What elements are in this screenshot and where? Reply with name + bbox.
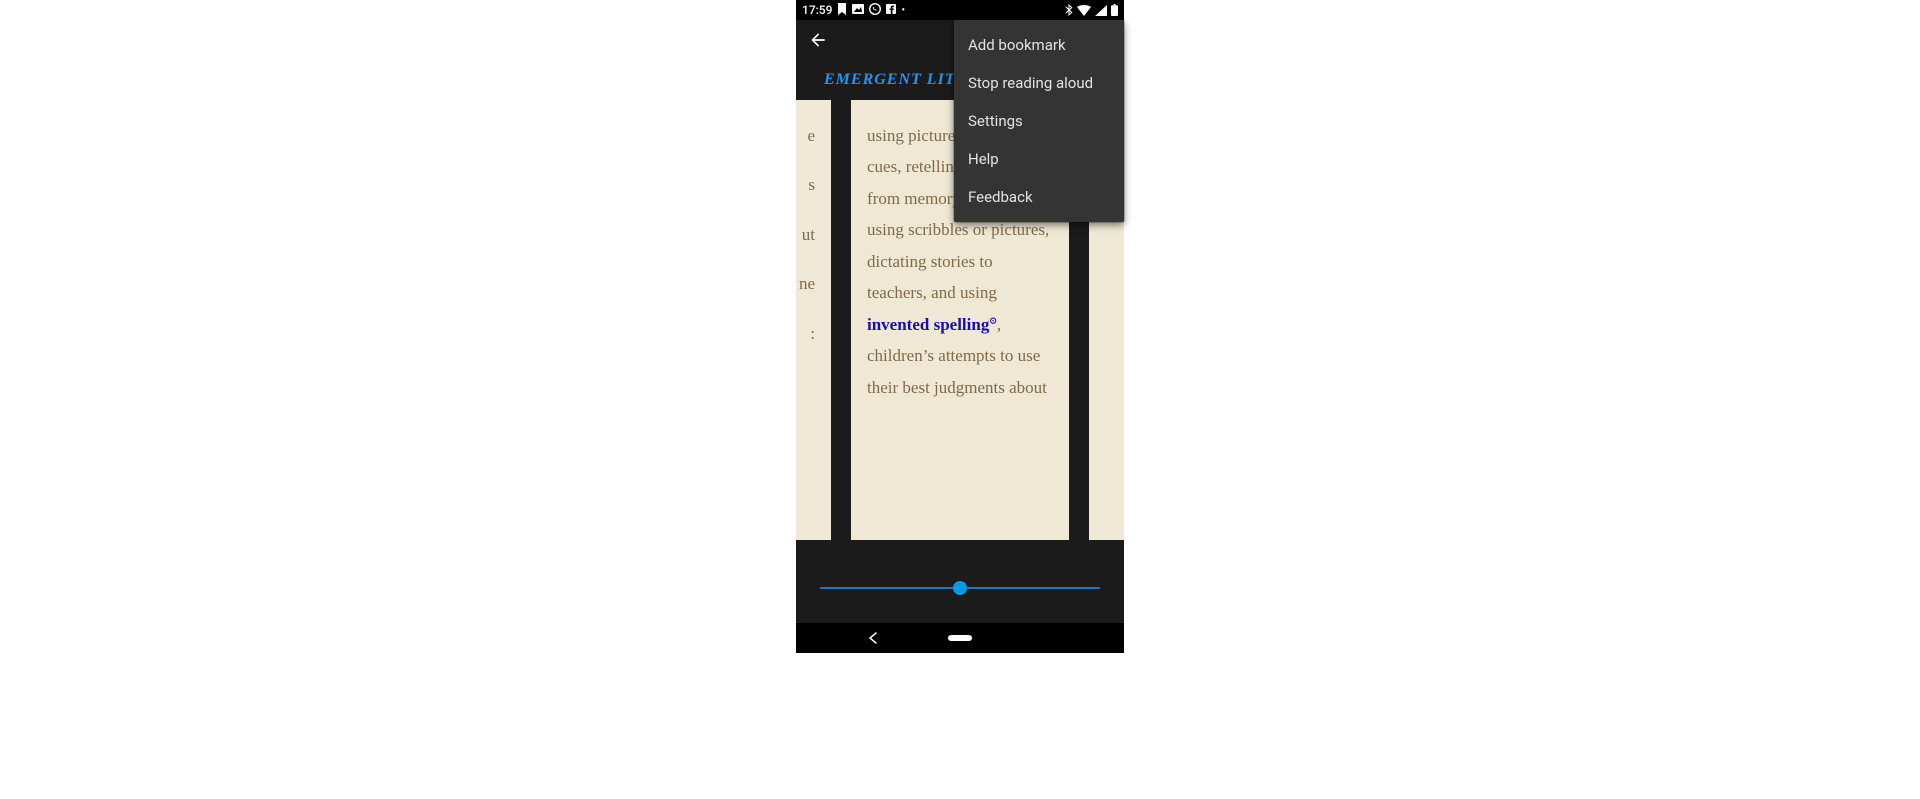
menu-item-stop-reading[interactable]: Stop reading aloud xyxy=(954,64,1124,102)
image-icon xyxy=(852,3,864,17)
wifi-icon xyxy=(1077,5,1091,16)
bluetooth-icon xyxy=(1065,4,1073,16)
bookmark-icon xyxy=(837,3,847,18)
menu-item-feedback[interactable]: Feedback xyxy=(954,178,1124,216)
page-previous: e s ut ne : xyxy=(796,100,831,540)
nav-back-button[interactable] xyxy=(868,629,878,648)
menu-item-add-bookmark[interactable]: Add bookmark xyxy=(954,26,1124,64)
glossary-link[interactable]: invented spelling⊙ xyxy=(867,315,997,334)
progress-slider-thumb[interactable] xyxy=(953,581,967,595)
facebook-icon xyxy=(886,3,896,17)
back-button[interactable] xyxy=(808,30,828,50)
signal-icon xyxy=(1095,5,1107,16)
system-nav-bar xyxy=(796,623,1124,653)
progress-slider-area xyxy=(796,553,1124,623)
battery-icon xyxy=(1111,4,1118,16)
more-dot-icon: • xyxy=(901,5,905,16)
whatsapp-icon xyxy=(869,3,881,18)
chapter-title-text: EMERGENT LIT xyxy=(824,71,956,89)
overflow-menu: Add bookmark Stop reading aloud Settings… xyxy=(954,20,1124,222)
menu-item-help[interactable]: Help xyxy=(954,140,1124,178)
annotation-icon: ⊙ xyxy=(989,315,997,325)
menu-item-settings[interactable]: Settings xyxy=(954,102,1124,140)
nav-home-button[interactable] xyxy=(948,635,972,641)
status-bar-left: 17:59 • xyxy=(802,3,905,18)
status-bar: 17:59 • xyxy=(796,0,1124,20)
status-bar-right xyxy=(1065,4,1118,16)
status-time: 17:59 xyxy=(802,3,832,17)
progress-slider[interactable] xyxy=(820,587,1100,589)
